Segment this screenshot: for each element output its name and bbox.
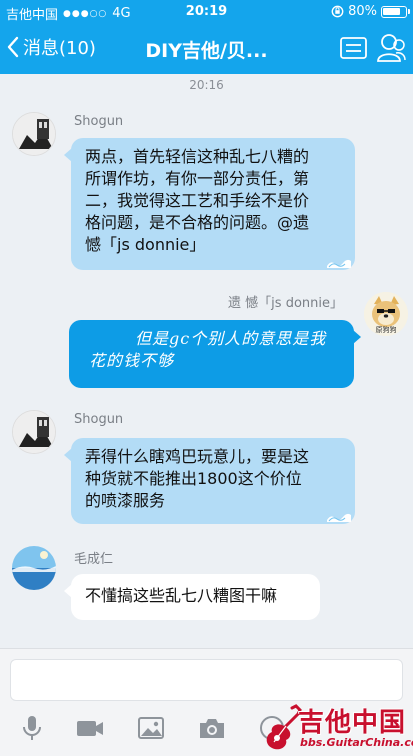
avatar-image-icon <box>13 411 55 453</box>
battery-percent: 80% <box>348 4 377 19</box>
status-bar: 吉他中国 ●●●○○ 4G 20:19 80% <box>0 0 413 24</box>
video-icon[interactable] <box>76 715 104 741</box>
message-line: 花的钱不够 <box>89 351 175 370</box>
avatar-image-icon <box>13 113 55 155</box>
image-icon[interactable] <box>137 715 165 741</box>
avatar[interactable] <box>12 410 56 454</box>
message-line: 憾「js donnie」 <box>85 235 206 254</box>
message-line: 种货就不能推出1800这个价位 <box>85 469 302 488</box>
avatar-caption: 原狗狗 <box>375 326 397 334</box>
message-bubble[interactable]: 弄得什么瞎鸡巴玩意儿，要是这 种货就不能推出1800这个价位 的喷漆服务 <box>71 438 355 524</box>
watermark-url: bbs.GuitarChina.com <box>300 736 413 749</box>
watermark-brand: 吉他中国 <box>298 708 407 738</box>
avatar[interactable] <box>12 546 56 590</box>
message-line: 但是gc个别人的意思是我 <box>135 329 327 348</box>
group-card-icon[interactable] <box>340 37 367 59</box>
sender-name: 毛成仁 <box>74 552 114 567</box>
landscape-avatar-icon <box>12 546 56 590</box>
wave-decoration-icon <box>327 259 351 268</box>
message-line: 所谓作坊，有你一部分责任，第 <box>85 169 310 188</box>
sender-name: Shogun <box>74 114 124 129</box>
message-line: 二，我觉得这工艺和手绘不是价 <box>85 191 310 210</box>
microphone-icon[interactable] <box>18 715 46 741</box>
status-right: 80% <box>331 4 410 19</box>
message-timestamp: 20:16 <box>189 78 224 92</box>
message-bubble[interactable]: 但是gc个别人的意思是我 花的钱不够 <box>69 320 354 388</box>
group-members-icon[interactable] <box>376 32 406 64</box>
guitar-logo-icon <box>266 704 302 750</box>
site-watermark: 吉他中国 bbs.GuitarChina.com <box>262 700 413 756</box>
battery-icon <box>381 5 410 18</box>
nav-bar: 消息(10) DIY吉他/贝... <box>0 24 413 74</box>
wave-decoration-icon <box>327 513 351 522</box>
avatar[interactable] <box>12 112 56 156</box>
message-line: 两点，首先轻信这种乱七八糟的 <box>85 147 310 166</box>
sender-name: Shogun <box>74 412 124 427</box>
message-line: 不懂搞这些乱七八糟图干嘛 <box>85 586 278 605</box>
message-bubble[interactable]: 两点，首先轻信这种乱七八糟的 所谓作坊，有你一部分责任，第 二，我觉得这工艺和手… <box>71 138 355 270</box>
bubble-tail <box>353 330 361 344</box>
message-input[interactable] <box>10 659 403 701</box>
message-bubble[interactable]: 不懂搞这些乱七八糟图干嘛 <box>71 574 320 620</box>
message-line: 弄得什么瞎鸡巴玩意儿，要是这 <box>85 447 310 466</box>
message-line: 格问题，是不合格的问题。@遗 <box>85 213 310 232</box>
camera-icon[interactable] <box>198 715 226 741</box>
message-line: 的喷漆服务 <box>85 491 166 510</box>
orientation-lock-icon <box>331 5 344 18</box>
sender-name: 遗 憾「js donnie」 <box>228 296 343 311</box>
avatar[interactable]: 原狗狗 <box>364 292 408 336</box>
